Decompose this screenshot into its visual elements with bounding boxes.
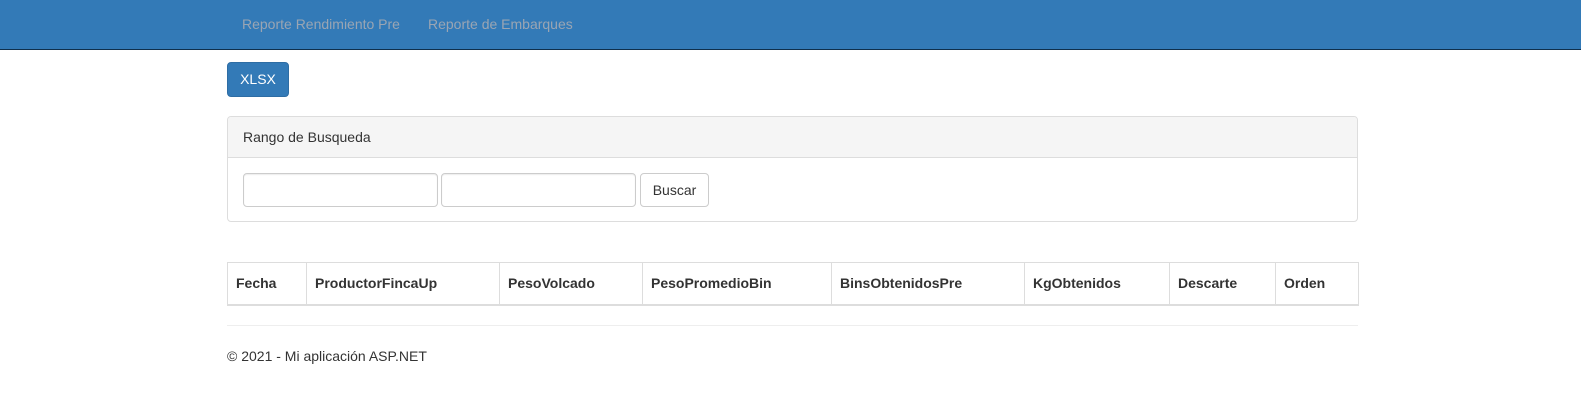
nav-link-reporte-de-embarques[interactable]: Reporte de Embarques	[428, 0, 573, 49]
table-header-row: Fecha ProductorFincaUp PesoVolcado PesoP…	[227, 262, 1359, 306]
end-date-input[interactable]	[441, 173, 636, 207]
column-header-productor-finca-up: ProductorFincaUp	[306, 262, 500, 306]
column-header-bins-obtenidos-pre: BinsObtenidosPre	[831, 262, 1025, 306]
search-range-panel: Rango de Busqueda Buscar	[227, 116, 1358, 222]
footer-divider	[227, 325, 1358, 326]
column-header-fecha: Fecha	[227, 262, 307, 306]
column-header-peso-promedio-bin: PesoPromedioBin	[642, 262, 832, 306]
start-date-input[interactable]	[243, 173, 438, 207]
panel-heading: Rango de Busqueda	[228, 117, 1357, 158]
report-table: Fecha ProductorFincaUp PesoVolcado PesoP…	[227, 262, 1359, 306]
export-xlsx-button[interactable]: XLSX	[227, 62, 289, 97]
column-header-orden: Orden	[1275, 262, 1359, 306]
nav-link-reporte-rendimiento-pre[interactable]: Reporte Rendimiento Pre	[242, 0, 400, 49]
column-header-peso-volcado: PesoVolcado	[499, 262, 643, 306]
footer-copyright: © 2021 - Mi aplicación ASP.NET	[227, 348, 427, 364]
column-header-descarte: Descarte	[1169, 262, 1276, 306]
search-button[interactable]: Buscar	[640, 173, 709, 207]
column-header-kg-obtenidos: KgObtenidos	[1024, 262, 1170, 306]
top-navbar: Reporte Rendimiento Pre Reporte de Embar…	[0, 0, 1581, 50]
